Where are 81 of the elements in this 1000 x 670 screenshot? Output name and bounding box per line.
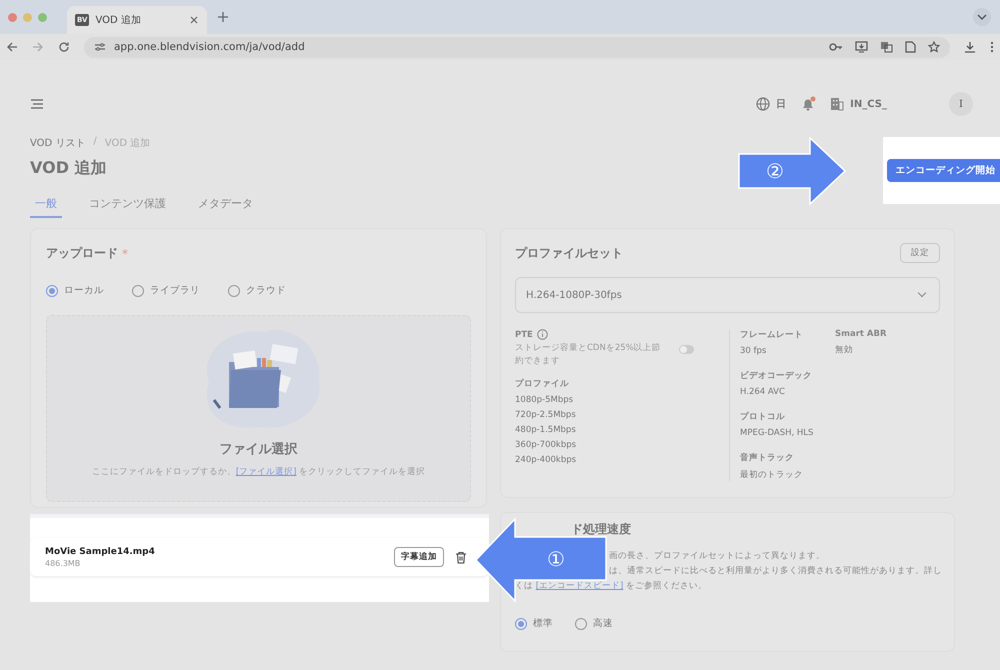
spec-label: ビデオコーデック — [740, 370, 813, 382]
radio-option[interactable]: クラウド — [228, 284, 286, 297]
radio-label: 高速 — [593, 617, 613, 630]
menu-icon[interactable] — [30, 99, 44, 109]
spec-value: H.264 AVC — [740, 387, 786, 397]
encode-speed-link[interactable]: [エンコードスピード] — [536, 581, 624, 591]
start-encoding-button[interactable]: エンコーディング開始 — [886, 159, 1000, 182]
download-icon[interactable] — [964, 41, 976, 53]
file-size: 486.3MB — [45, 558, 82, 568]
file-name: MoVie Sample14.mp4 — [45, 546, 156, 556]
document-icon[interactable] — [905, 41, 916, 53]
pte-description: ストレージ容量とCDNを25%以上節約できます — [515, 342, 662, 368]
pte-label: PTE — [515, 330, 533, 340]
profile-item: 1080p-5Mbps — [515, 395, 574, 406]
toggle-switch[interactable] — [679, 345, 694, 354]
radio-option[interactable]: 標準 — [515, 617, 553, 630]
radio-label: クラウド — [246, 284, 286, 297]
spec-value: 無効 — [835, 344, 854, 356]
radio-label: ライブラリ — [150, 284, 200, 297]
page-title: VOD 追加 — [30, 158, 107, 179]
plus-icon[interactable] — [217, 11, 229, 23]
dropzone-title: ファイル選択 — [220, 441, 298, 458]
organization-name[interactable]: IN_CS_ — [850, 98, 887, 110]
star-icon[interactable] — [928, 41, 940, 53]
install-icon[interactable] — [855, 41, 868, 53]
building-icon — [830, 97, 844, 111]
back-arrow-icon[interactable] — [6, 41, 18, 53]
more-icon[interactable] — [990, 41, 994, 53]
profile-item: 720p-2.5Mbps — [515, 410, 577, 420]
breadcrumb-link[interactable]: VOD リスト — [30, 136, 86, 150]
profile-item: 360p-700kbps — [515, 440, 578, 450]
info-icon[interactable] — [536, 329, 548, 340]
radio-label: ローカル — [64, 284, 104, 297]
required-mark: * — [122, 246, 128, 260]
profile-item: 480p-1.5Mbps — [515, 425, 577, 436]
spec-value: MPEG-DASH, HLS — [740, 428, 814, 438]
close-dot[interactable] — [8, 12, 17, 22]
globe-icon — [756, 97, 770, 111]
close-icon[interactable] — [189, 15, 199, 25]
spec-value: 最初のトラック — [740, 469, 804, 481]
breadcrumb-current: VOD 追加 — [104, 136, 150, 150]
chevron-down-icon[interactable] — [972, 7, 992, 27]
profile-select[interactable]: H.264-1080P-30fps — [515, 277, 940, 313]
description-text: は、通常スピードに比べると利用量がより多く消費される可能性があります。詳し — [609, 565, 942, 578]
key-icon[interactable] — [829, 41, 843, 53]
maximize-dot[interactable] — [38, 12, 47, 22]
spec-label: フレームレート — [740, 329, 804, 341]
avatar[interactable]: I — [949, 92, 973, 116]
profile-item: 240p-400kbps — [515, 455, 578, 466]
address-bar[interactable]: app.one.blendvision.com/ja/vod/add — [84, 36, 950, 58]
radio-label: 標準 — [533, 617, 553, 630]
breadcrumb-separator: / — [93, 136, 97, 149]
minimize-dot[interactable] — [23, 12, 32, 22]
tune-icon[interactable] — [94, 41, 106, 53]
radio-option[interactable]: 高速 — [575, 617, 613, 630]
spec-label: プロトコル — [740, 411, 786, 423]
description-text: くは [エンコードスピード] をご参照ください。 — [515, 580, 708, 593]
settings-button[interactable]: 設定 — [900, 243, 940, 263]
radio-option[interactable]: ライブラリ — [132, 284, 200, 297]
spec-label: Smart ABR — [835, 329, 888, 339]
bell-icon[interactable] — [800, 96, 816, 112]
language-label[interactable]: 日 — [776, 97, 786, 111]
profiles-label: プロファイル — [515, 378, 570, 390]
description-text: 画の長さ、プロファイルセットによって異なります。 — [609, 550, 825, 563]
add-subtitle-button[interactable]: 字幕追加 — [394, 547, 444, 567]
profile-title: プロファイルセット — [515, 244, 623, 262]
step-number: ① — [547, 549, 565, 569]
trash-icon[interactable] — [455, 550, 467, 564]
dropzone-hint: ここにファイルをドロップするか、[ファイル選択] をクリックしてファイルを選択 — [92, 466, 426, 478]
tab[interactable]: メタデータ — [193, 192, 258, 216]
step-number: ② — [766, 161, 784, 181]
tab[interactable]: コンテンツ保護 — [84, 192, 171, 216]
spec-value: 30 fps — [740, 346, 768, 356]
encode-speed-title: ド処理速度 — [570, 522, 632, 536]
file-select-link[interactable]: [ファイル選択] — [236, 467, 296, 477]
radio-option[interactable]: ローカル — [46, 284, 104, 297]
upload-title: アップロード — [46, 245, 118, 262]
spec-label: 音声トラック — [740, 452, 795, 464]
reload-icon[interactable] — [58, 41, 70, 53]
tab[interactable]: 一般 — [30, 192, 62, 218]
dropzone[interactable]: ファイル選択 ここにファイルをドロップするか、[ファイル選択] をクリックしてファイルを選択 — [46, 315, 471, 502]
